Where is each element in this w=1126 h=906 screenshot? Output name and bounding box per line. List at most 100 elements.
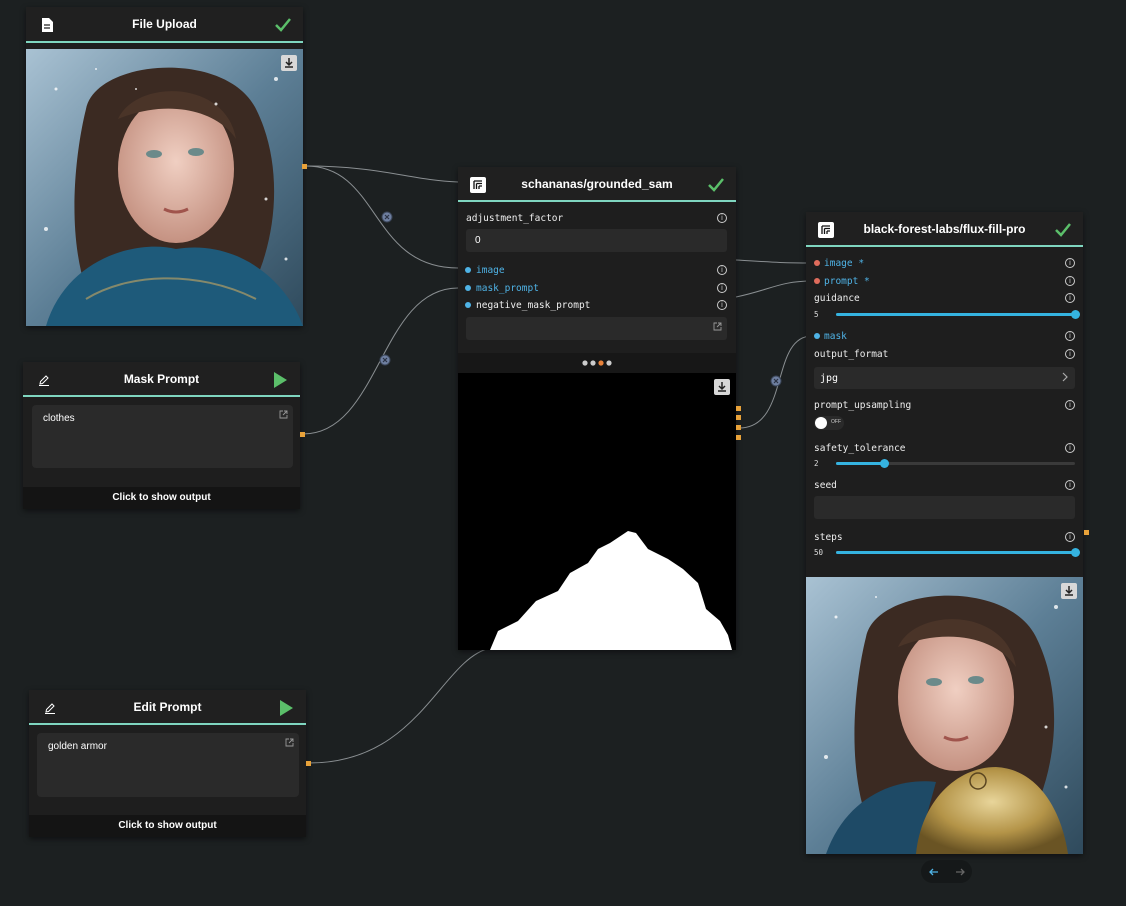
slider-handle[interactable] [1071,310,1080,319]
expand-icon[interactable] [285,738,294,747]
negative-mask-prompt-label: negative_mask_prompt [476,300,591,311]
info-icon[interactable]: i [1065,276,1075,286]
safety-tolerance-slider[interactable] [836,459,1075,468]
wire-handle [379,354,391,366]
expand-icon[interactable] [279,410,288,419]
guidance-slider[interactable] [836,310,1080,319]
grounded-sam-node[interactable]: schananas/grounded_sam adjustment_factor… [458,167,741,650]
toggle-knob [815,417,827,429]
output-port[interactable] [736,435,741,440]
output-pager [921,860,972,883]
wire-editprompt-to-flux [308,647,491,764]
replicate-icon [470,177,486,193]
input-dot-image[interactable] [465,267,471,273]
wire-handle [770,375,782,387]
prompt-upsampling-toggle[interactable]: OFF [814,416,844,430]
input-dot-mask-prompt[interactable] [465,285,471,291]
negative-mask-prompt-input[interactable] [466,317,727,340]
show-output-button[interactable]: Click to show output [29,815,306,837]
prompt-input-label: prompt * [824,276,870,287]
info-icon[interactable]: i [1065,258,1075,268]
output-port[interactable] [736,425,741,430]
pagination-dots[interactable] [458,353,736,373]
pencil-icon [35,371,53,389]
uploaded-image [26,49,303,326]
flux-fill-pro-header[interactable]: black-forest-labs/flux-fill-pro [806,212,1083,247]
mask-prompt-input-label: mask_prompt [476,283,539,294]
seed-input[interactable] [814,496,1075,519]
node-title: Mask Prompt [123,371,200,386]
download-icon[interactable] [714,379,730,395]
flux-fill-pro-node[interactable]: black-forest-labs/flux-fill-pro image * … [806,212,1089,854]
input-dot-prompt[interactable] [814,278,820,284]
output-port[interactable] [300,432,305,437]
download-icon[interactable] [281,55,297,71]
mask-prompt-textarea[interactable]: clothes [32,405,293,468]
adjustment-factor-label: adjustment_factor [466,213,564,224]
chevron-right-icon [1061,372,1069,385]
expand-icon[interactable] [713,322,722,331]
info-icon[interactable]: i [717,283,727,293]
arrow-left-icon[interactable] [928,865,940,883]
arrow-right-icon[interactable] [954,865,966,883]
node-title: Edit Prompt [133,699,202,714]
download-icon[interactable] [1061,583,1077,599]
wire-maskprompt-to-sam [302,287,459,435]
play-icon[interactable] [270,370,290,390]
input-dot-image[interactable] [814,260,820,266]
node-title: black-forest-labs/flux-fill-pro [863,221,1026,236]
result-image [806,577,1083,854]
slider-handle[interactable] [879,459,889,468]
show-output-button[interactable]: Click to show output [23,487,300,509]
prompt-upsampling-label: prompt_upsampling [814,400,912,411]
info-icon[interactable]: i [717,300,727,310]
output-port[interactable] [736,406,741,411]
info-icon[interactable]: i [1065,293,1075,303]
edit-prompt-textarea[interactable]: golden armor [37,733,299,797]
info-icon[interactable]: i [1065,480,1075,490]
guidance-label: guidance [814,293,860,304]
grounded-sam-header[interactable]: schananas/grounded_sam [458,167,736,202]
steps-label: steps [814,532,843,543]
play-icon[interactable] [276,698,296,718]
edit-prompt-node[interactable]: Edit Prompt golden armor Click to show o… [29,690,311,837]
file-upload-node[interactable]: File Upload [26,7,307,326]
mask-input-label: mask [824,331,847,342]
replicate-icon [818,222,834,238]
output-format-select[interactable]: jpg [814,367,1075,389]
info-icon[interactable]: i [717,265,727,275]
edit-prompt-text: golden armor [48,741,107,752]
input-dot-mask[interactable] [814,333,820,339]
check-icon [706,175,726,195]
output-port[interactable] [736,415,741,420]
edit-prompt-header[interactable]: Edit Prompt [29,690,306,725]
seed-label: seed [814,480,837,491]
image-input-label: image * [824,258,865,269]
info-icon[interactable]: i [717,213,727,223]
document-icon [38,16,56,34]
output-port[interactable] [1084,530,1089,535]
input-dot-negative-mask-prompt[interactable] [465,302,471,308]
info-icon[interactable]: i [1065,331,1075,341]
toggle-text: OFF [831,419,841,425]
wire-handle [381,211,393,223]
output-port[interactable] [306,761,311,766]
adjustment-factor-input[interactable]: 0 [466,229,727,252]
adjustment-factor-value: 0 [475,235,481,246]
output-format-value: jpg [820,373,839,384]
mask-prompt-node[interactable]: Mask Prompt clothes Click to show output [23,362,305,509]
info-icon[interactable]: i [1065,349,1075,359]
steps-slider[interactable] [836,548,1080,557]
slider-handle[interactable] [1071,548,1080,557]
info-icon[interactable]: i [1065,400,1075,410]
wire-sam-to-flux-image [735,259,813,264]
safety-tolerance-value: 2 [814,459,819,468]
node-title: schananas/grounded_sam [521,176,673,191]
mask-output-image [458,373,736,650]
info-icon[interactable]: i [1065,443,1075,453]
output-port[interactable] [302,164,307,169]
mask-prompt-header[interactable]: Mask Prompt [23,362,300,397]
file-upload-header[interactable]: File Upload [26,7,303,43]
safety-tolerance-label: safety_tolerance [814,443,906,454]
info-icon[interactable]: i [1065,532,1075,542]
